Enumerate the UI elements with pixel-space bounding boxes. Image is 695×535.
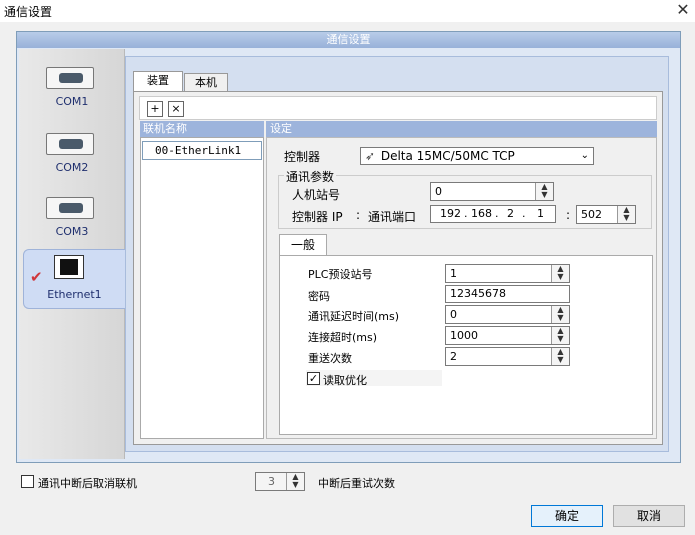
serial-port-icon — [46, 67, 94, 89]
device-label: COM2 — [55, 161, 89, 174]
retry-count-label: 重送次数 — [308, 352, 352, 365]
port-stepper[interactable]: 502 ▲ ▼ — [576, 205, 636, 224]
connection-list: 00-EtherLink1 — [140, 137, 264, 439]
connect-timeout-label: 连接超时(ms) — [308, 331, 378, 344]
spin-arrows-icon[interactable]: ▲ ▼ — [617, 206, 635, 223]
spin-arrows-icon[interactable]: ▲ ▼ — [551, 306, 569, 323]
ip-port-separator: : — [356, 208, 361, 222]
disconnect-checkbox[interactable] — [21, 475, 34, 488]
ip-octet: 192 — [440, 207, 461, 220]
footer-retry-value: 3 — [268, 475, 275, 488]
tab-local[interactable]: 本机 — [184, 73, 228, 91]
settings-header: 设定 — [266, 121, 657, 137]
plc-station-stepper[interactable]: 1 ▲ ▼ — [445, 264, 570, 283]
comm-delay-label: 通讯延迟时间(ms) — [308, 310, 400, 323]
list-item[interactable]: 00-EtherLink1 — [142, 141, 262, 160]
close-icon[interactable]: ✕ — [671, 0, 695, 22]
comm-params-label: 通讯参数 — [284, 168, 337, 185]
disconnect-label: 通讯中断后取消联机 — [38, 477, 137, 490]
device-item-com1[interactable]: COM1 — [20, 52, 124, 116]
ip-octet: 168 — [471, 207, 492, 220]
connection-list-header: 联机名称 — [140, 121, 264, 137]
retry-count-footer-stepper[interactable]: 3 ▲ ▼ — [255, 472, 305, 491]
comm-delay-stepper[interactable]: 0 ▲ ▼ — [445, 305, 570, 324]
read-optimize-label: 读取优化 — [323, 374, 367, 387]
password-label: 密码 — [308, 290, 330, 303]
device-item-com3[interactable]: COM3 — [20, 182, 124, 246]
title-bar: 通信设置 ✕ — [0, 0, 695, 22]
device-label: COM3 — [55, 225, 89, 238]
comm-delay-value: 0 — [450, 308, 457, 321]
plc-station-value: 1 — [450, 267, 457, 280]
read-optimize-checkbox[interactable]: ✓ — [307, 372, 320, 385]
device-label: COM1 — [55, 95, 89, 108]
device-item-com2[interactable]: COM2 — [20, 118, 124, 182]
spin-arrows-icon[interactable]: ▲ ▼ — [286, 473, 304, 490]
controller-select[interactable]: ➶ Delta 15MC/50MC TCP ⌄ — [360, 147, 594, 165]
ip-address-field[interactable]: 192 . 168 . 2 . 1 — [430, 205, 556, 223]
chevron-down-icon: ⌄ — [580, 150, 589, 161]
ip-octet: 2 — [507, 207, 514, 220]
serial-port-icon — [46, 133, 94, 155]
retry-count-stepper[interactable]: 2 ▲ ▼ — [445, 347, 570, 366]
tab-general[interactable]: 一般 — [279, 234, 327, 256]
spin-arrows-icon[interactable]: ▲ ▼ — [551, 265, 569, 282]
retry-count-value: 2 — [450, 350, 457, 363]
plc-station-label: PLC预设站号 — [308, 268, 373, 281]
spin-arrows-icon[interactable]: ▲ ▼ — [551, 327, 569, 344]
password-field[interactable]: 12345678 — [445, 285, 570, 303]
connect-timeout-value: 1000 — [450, 329, 478, 342]
retry-label: 中断后重试次数 — [318, 477, 395, 490]
device-label: Ethernet1 — [47, 288, 102, 301]
ok-button[interactable]: 确定 — [531, 505, 603, 527]
controller-value: Delta 15MC/50MC TCP — [380, 149, 515, 163]
port-separator: : — [566, 208, 571, 222]
hmi-station-label: 人机站号 — [292, 188, 341, 202]
controller-ip-label: 控制器 IP — [292, 210, 343, 224]
connect-timeout-stepper[interactable]: 1000 ▲ ▼ — [445, 326, 570, 345]
plug-icon: ➶ — [365, 149, 376, 163]
port-value: 502 — [581, 208, 602, 221]
panel-title: 通信设置 — [17, 32, 680, 48]
controller-label: 控制器 — [284, 150, 321, 164]
comm-port-label: 通讯端口 — [368, 210, 417, 224]
hmi-station-stepper[interactable]: 0 ▲ ▼ — [430, 182, 554, 201]
device-item-ethernet1[interactable]: ✔ Ethernet1 — [23, 249, 125, 309]
ip-octet: 1 — [537, 207, 544, 220]
ethernet-port-icon — [54, 255, 84, 279]
selected-check-icon: ✔ — [30, 268, 43, 286]
add-connection-icon[interactable]: + — [147, 101, 163, 117]
tab-device[interactable]: 装置 — [133, 71, 183, 91]
spin-arrows-icon[interactable]: ▲ ▼ — [551, 348, 569, 365]
window-title: 通信设置 — [4, 5, 53, 19]
cancel-button[interactable]: 取消 — [613, 505, 685, 527]
delete-connection-icon[interactable]: × — [168, 101, 184, 117]
spin-arrows-icon[interactable]: ▲ ▼ — [535, 183, 553, 200]
serial-port-icon — [46, 197, 94, 219]
toolbar: + × — [139, 96, 657, 120]
hmi-station-value: 0 — [435, 185, 442, 198]
